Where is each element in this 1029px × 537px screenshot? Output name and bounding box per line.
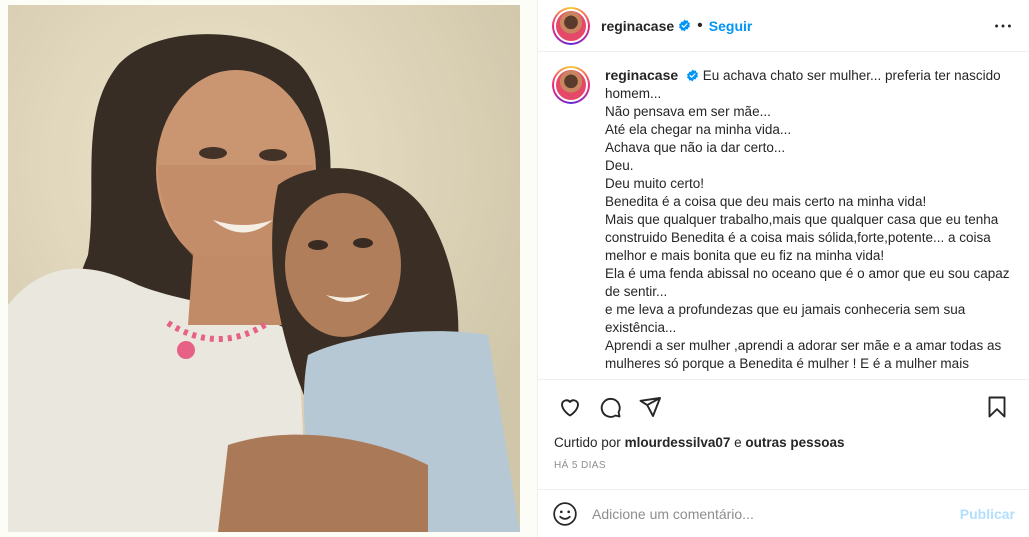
caption-line: Aprendi a ser mulher ,aprendi a adorar s… (605, 338, 1002, 371)
verified-badge-icon (679, 19, 691, 32)
caption-line: Mais que qualquer trabalho,mais que qual… (605, 212, 999, 263)
action-bar (538, 379, 1029, 433)
caption-section: reginacase Eu achava chato ser mulher...… (538, 52, 1029, 379)
more-options-icon[interactable] (991, 14, 1015, 38)
likes-prefix: Curtido por (554, 435, 621, 450)
caption-text: reginacase Eu achava chato ser mulher...… (605, 66, 1015, 379)
emoji-icon[interactable] (552, 501, 578, 527)
caption-line: Até ela chegar na minha vida... (605, 122, 792, 137)
caption-avatar[interactable] (552, 66, 590, 104)
caption-line: Não pensava em ser mãe... (605, 104, 771, 119)
likes-joiner: e (734, 435, 742, 450)
bookmark-icon[interactable] (977, 387, 1017, 427)
comment-input[interactable] (592, 505, 960, 522)
post-timestamp[interactable]: HÁ 5 DIAS (554, 460, 606, 471)
caption-line: Achava que não ia dar certo... (605, 140, 786, 155)
follow-button[interactable]: Seguir (709, 18, 753, 34)
post-photo[interactable] (8, 5, 520, 532)
post-image-pane (0, 0, 537, 537)
caption-line: Deu muito certo! (605, 176, 705, 191)
verified-badge-icon (687, 69, 698, 82)
comment-bar: Publicar (538, 489, 1029, 537)
heart-icon[interactable] (550, 387, 590, 427)
caption-line: e me leva a profundezas que eu jamais co… (605, 302, 966, 335)
post-header: reginacase • Seguir (538, 0, 1029, 52)
publish-button[interactable]: Publicar (960, 506, 1015, 522)
caption-line: Ela é uma fenda abissal no oceano que é … (605, 266, 1010, 299)
caption-line: Deu. (605, 158, 634, 173)
others-link[interactable]: outras pessoas (745, 435, 844, 450)
caption-line: Benedita é a coisa que deu mais certo na… (605, 194, 927, 209)
comment-icon[interactable] (590, 387, 630, 427)
caption-username[interactable]: reginacase (605, 67, 678, 83)
share-icon[interactable] (630, 387, 670, 427)
author-username[interactable]: reginacase (601, 18, 674, 34)
likes-summary: Curtido por mlourdessilva07 e outras pes… (554, 435, 844, 450)
liker-username[interactable]: mlourdessilva07 (625, 435, 731, 450)
post-sidebar: reginacase • Seguir reginacase Eu achava… (537, 0, 1029, 537)
author-avatar[interactable] (552, 6, 590, 45)
polaroid-photo-illustration (8, 5, 520, 532)
instagram-post: reginacase • Seguir reginacase Eu achava… (0, 0, 1029, 537)
separator-dot: • (697, 16, 703, 34)
